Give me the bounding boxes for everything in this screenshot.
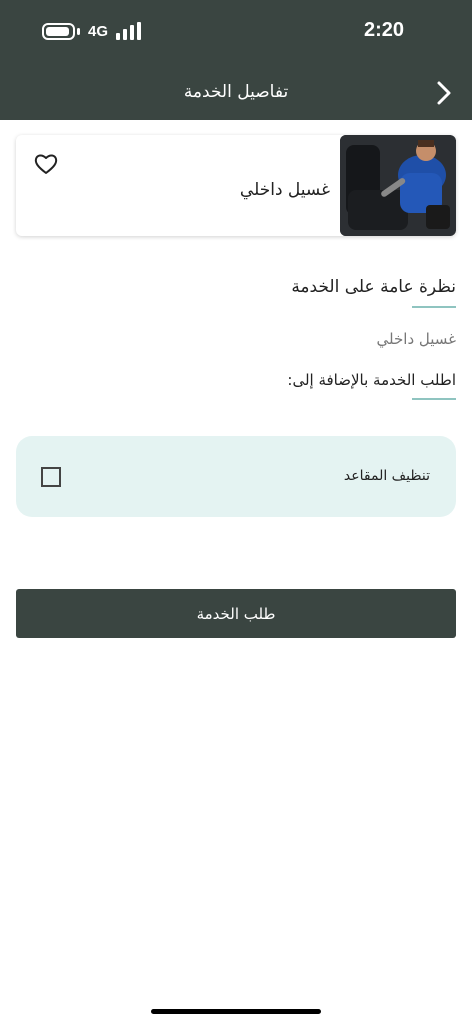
service-card[interactable]: غسيل داخلي xyxy=(16,135,456,236)
addon-checkbox[interactable] xyxy=(41,467,61,487)
page-title: تفاصيل الخدمة xyxy=(183,82,289,102)
network-type: 4G xyxy=(88,22,109,40)
status-indicators: 4G xyxy=(42,22,142,40)
order-button-label: طلب الخدمة xyxy=(196,604,276,623)
service-image xyxy=(340,135,456,236)
service-card-title: غسيل داخلي xyxy=(239,180,330,200)
addons-underline xyxy=(412,398,456,400)
status-time: 2:20 xyxy=(363,19,404,41)
signal-icon xyxy=(116,22,142,40)
app-header: 4G 2:20 تفاصيل الخدمة xyxy=(0,0,472,120)
overview-service-name: غسيل داخلي xyxy=(376,330,456,348)
battery-icon xyxy=(42,22,75,40)
heart-icon[interactable] xyxy=(34,153,58,175)
addon-label: تنظيف المقاعد xyxy=(343,468,430,484)
overview-heading: نظرة عامة على الخدمة xyxy=(291,277,456,297)
addons-heading: اطلب الخدمة بالإضافة إلى: xyxy=(287,371,456,389)
heading-underline xyxy=(412,306,456,308)
battery-tip xyxy=(77,27,80,35)
chevron-right-icon[interactable] xyxy=(432,80,456,106)
order-service-button[interactable]: طلب الخدمة xyxy=(16,589,456,638)
addon-option-seat-cleaning[interactable]: تنظيف المقاعد xyxy=(16,436,456,517)
home-indicator xyxy=(151,1009,321,1014)
